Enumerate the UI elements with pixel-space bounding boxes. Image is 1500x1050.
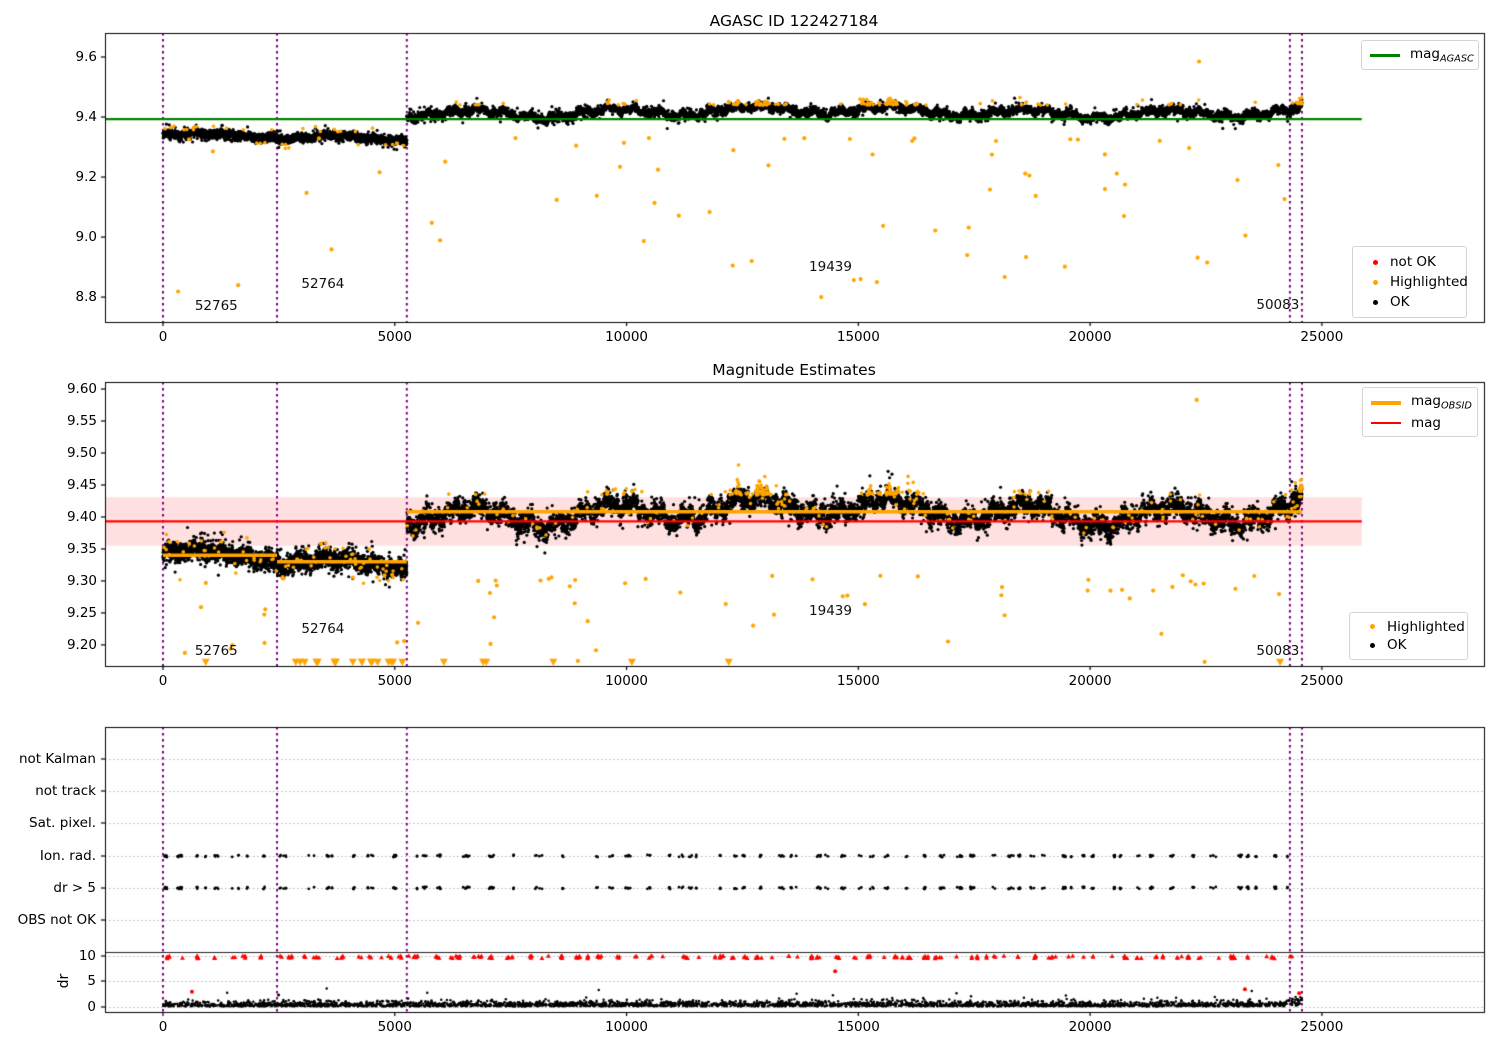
plot1-title: AGASC ID 122427184	[709, 12, 879, 30]
legend-entry-mag: mag	[1371, 415, 1469, 431]
legend-entry-mag-obsid: magOBSID	[1371, 393, 1472, 413]
highlighted-dot-icon	[1373, 279, 1378, 285]
legend-entry-highlighted: Highlighted	[1361, 274, 1468, 290]
plot-canvas	[0, 0, 1500, 1050]
legend-label-ok: OK	[1390, 294, 1410, 310]
legend-markers-middle: Highlighted OK	[1349, 612, 1468, 660]
legend-entry-ok-mid: OK	[1358, 637, 1459, 653]
legend-entry-mag-agasc: magAGASC	[1370, 46, 1474, 64]
not-ok-dot-icon	[1373, 259, 1378, 265]
ok-dot-icon	[1373, 299, 1378, 305]
legend-label-not-ok: not OK	[1390, 254, 1436, 270]
legend-entry-highlighted-mid: Highlighted	[1358, 619, 1465, 635]
plot2-title: Magnitude Estimates	[712, 361, 876, 379]
legend-label-highlighted: Highlighted	[1390, 274, 1468, 290]
mag-line-swatch	[1371, 421, 1401, 424]
legend-label-mag-obsid: magOBSID	[1411, 393, 1472, 413]
legend-entry-not-ok: not OK	[1361, 254, 1458, 270]
legend-label-ok-mid: OK	[1387, 637, 1407, 654]
legend-label-mag-agasc: magAGASC	[1410, 45, 1474, 65]
ok-dot-icon	[1370, 642, 1375, 648]
legend-label-mag: mag	[1411, 414, 1441, 431]
highlighted-dot-icon	[1370, 624, 1375, 630]
mag-obsid-line-swatch	[1371, 400, 1401, 405]
legend-entry-ok: OK	[1361, 294, 1458, 310]
figure: AGASC ID 122427184 Magnitude Estimates m…	[0, 0, 1500, 1050]
legend-label-highlighted-mid: Highlighted	[1387, 618, 1465, 635]
legend-markers-top: not OK Highlighted OK	[1352, 246, 1468, 318]
legend-mag-agasc: magAGASC	[1361, 40, 1479, 70]
legend-mag-lines: magOBSID mag	[1362, 387, 1478, 437]
mag-agasc-line-swatch	[1370, 53, 1400, 57]
